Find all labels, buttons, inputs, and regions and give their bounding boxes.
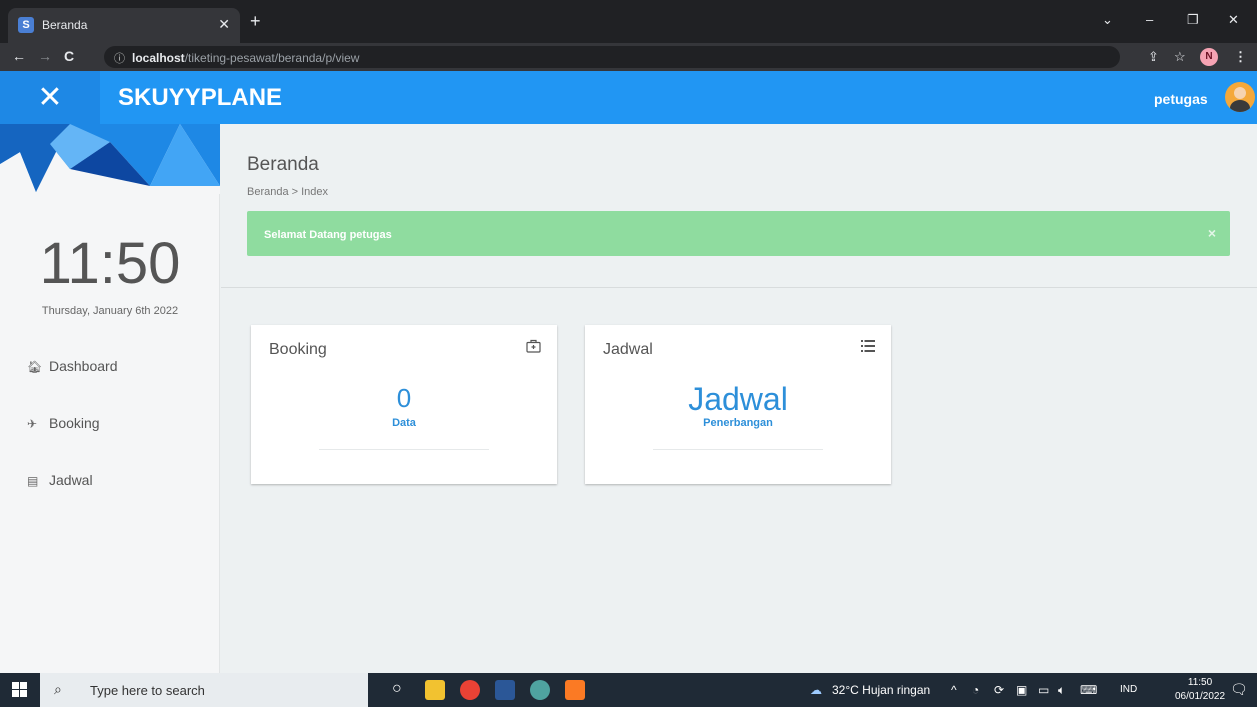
back-icon[interactable]: ←	[12, 48, 26, 64]
notification-icon[interactable]: 🗨︎	[1230, 681, 1248, 698]
taskbar-clock[interactable]: 11:50 06/01/2022	[1175, 676, 1225, 704]
sidebar: 11:50 Thursday, January 6th 2022 🏠︎ Dashb…	[0, 124, 220, 673]
taskbar: ⌕ Type here to search ○ ☁ 32°C Hujan rin…	[0, 673, 1257, 707]
taskbar-search-input[interactable]: ⌕ Type here to search	[40, 673, 368, 707]
sidebar-item-label: Dashboard	[49, 358, 118, 374]
weather-icon: ☁	[810, 683, 822, 697]
welcome-alert: Selamat Datang petugas ×	[247, 211, 1230, 256]
menu-kebab-icon[interactable]: ⋮	[1234, 49, 1247, 65]
sync-icon[interactable]: ⟳	[994, 683, 1004, 697]
share-icon[interactable]: ⇪	[1148, 49, 1159, 65]
volume-icon[interactable]: 🔈︎	[1058, 683, 1065, 698]
home-icon: 🏠︎	[27, 360, 43, 374]
cortana-icon[interactable]: ○	[392, 680, 402, 698]
sidebar-clock: 11:50	[39, 231, 181, 296]
tab-search-icon[interactable]: ⌄	[1102, 12, 1113, 28]
card-title: Jadwal	[603, 341, 653, 358]
jadwal-value: Jadwal	[688, 381, 788, 417]
booking-count: 0	[396, 383, 412, 413]
search-placeholder: Type here to search	[90, 683, 205, 698]
url-field[interactable]: ⓘ localhost/tiketing-pesawat/beranda/p/v…	[104, 46, 1120, 68]
chrome-icon[interactable]	[460, 680, 480, 700]
url-text: localhost/tiketing-pesawat/beranda/p/vie…	[132, 51, 360, 65]
card-title: Booking	[269, 341, 327, 358]
search-icon: ⌕	[54, 681, 62, 697]
minimize-icon[interactable]: –	[1146, 12, 1153, 27]
sidebar-toggle-button[interactable]: ✕	[0, 71, 100, 124]
booking-card[interactable]: Booking 0 Data	[251, 325, 557, 484]
brand-logo-text: SKUYYPLANE	[118, 84, 283, 111]
profile-avatar[interactable]: N	[1200, 48, 1218, 66]
tray-chevron-icon[interactable]: ^	[951, 683, 957, 697]
reload-icon[interactable]: C	[64, 48, 74, 64]
breadcrumb: Beranda > Index	[247, 186, 329, 198]
address-bar: ← → C ⓘ localhost/tiketing-pesawat/beran…	[0, 43, 1257, 71]
sidebar-item-dashboard[interactable]: 🏠︎ Dashboard	[27, 358, 207, 382]
window-close-icon[interactable]: ✕	[1228, 12, 1239, 28]
card-divider	[319, 449, 489, 450]
card-subtitle: Data	[392, 417, 416, 429]
weather-text[interactable]: 32°C Hujan ringan	[832, 683, 930, 697]
page-title: Beranda	[247, 154, 319, 175]
new-tab-icon[interactable]: +	[250, 12, 261, 30]
keyboard-icon[interactable]: ⌨	[1080, 683, 1097, 697]
briefcase-icon	[526, 339, 541, 356]
favicon-icon: S	[18, 17, 34, 33]
forward-icon[interactable]: →	[38, 48, 52, 64]
card-subtitle: Penerbangan	[703, 417, 773, 429]
alert-close-icon[interactable]: ×	[1208, 225, 1216, 241]
browser-tab[interactable]: S Beranda ✕	[8, 8, 240, 43]
browser-tab-bar: S Beranda ✕ + ⌄ – ❐ ✕	[0, 0, 1257, 43]
file-explorer-icon[interactable]	[425, 680, 445, 700]
app-header: ✕ SKUYYPLANE petugas	[0, 71, 1257, 124]
display-icon[interactable]: ▣	[1016, 683, 1027, 697]
sidebar-date: Thursday, January 6th 2022	[41, 305, 179, 317]
sidebar-item-label: Jadwal	[49, 472, 93, 488]
taskbar-date: 06/01/2022	[1175, 691, 1226, 702]
list-icon	[861, 339, 875, 355]
user-name[interactable]: petugas	[1154, 91, 1208, 107]
word-icon[interactable]	[495, 680, 515, 700]
alert-message: Selamat Datang petugas	[264, 229, 392, 241]
windows-start-icon[interactable]	[12, 682, 27, 700]
taskbar-time: 11:50	[1187, 677, 1213, 688]
sidebar-banner-art	[0, 124, 220, 194]
sidebar-item-jadwal[interactable]: ▤ Jadwal	[27, 472, 207, 496]
list-icon: ▤	[27, 474, 39, 488]
sidebar-item-booking[interactable]: ✈︎ Booking	[27, 415, 207, 439]
site-info-icon[interactable]: ⓘ	[114, 50, 125, 66]
tab-close-icon[interactable]: ✕	[218, 16, 230, 33]
page-header: Beranda Beranda > Index Selamat Datang p…	[221, 124, 1257, 288]
card-divider	[653, 449, 823, 450]
plane-icon: ✈︎	[27, 417, 38, 431]
chrome-canary-icon[interactable]	[530, 680, 550, 700]
sidebar-item-label: Booking	[49, 415, 100, 431]
avatar[interactable]	[1225, 82, 1255, 112]
tab-title: Beranda	[42, 18, 88, 32]
network-icon[interactable]: ◔	[972, 683, 979, 697]
language-indicator[interactable]: IND	[1120, 684, 1137, 695]
bookmark-star-icon[interactable]: ☆	[1174, 49, 1186, 65]
jadwal-card[interactable]: Jadwal Jadwal Penerbangan	[585, 325, 891, 484]
battery-icon[interactable]: ▭	[1038, 683, 1049, 697]
restore-icon[interactable]: ❐	[1187, 12, 1199, 28]
xampp-icon[interactable]	[565, 680, 585, 700]
